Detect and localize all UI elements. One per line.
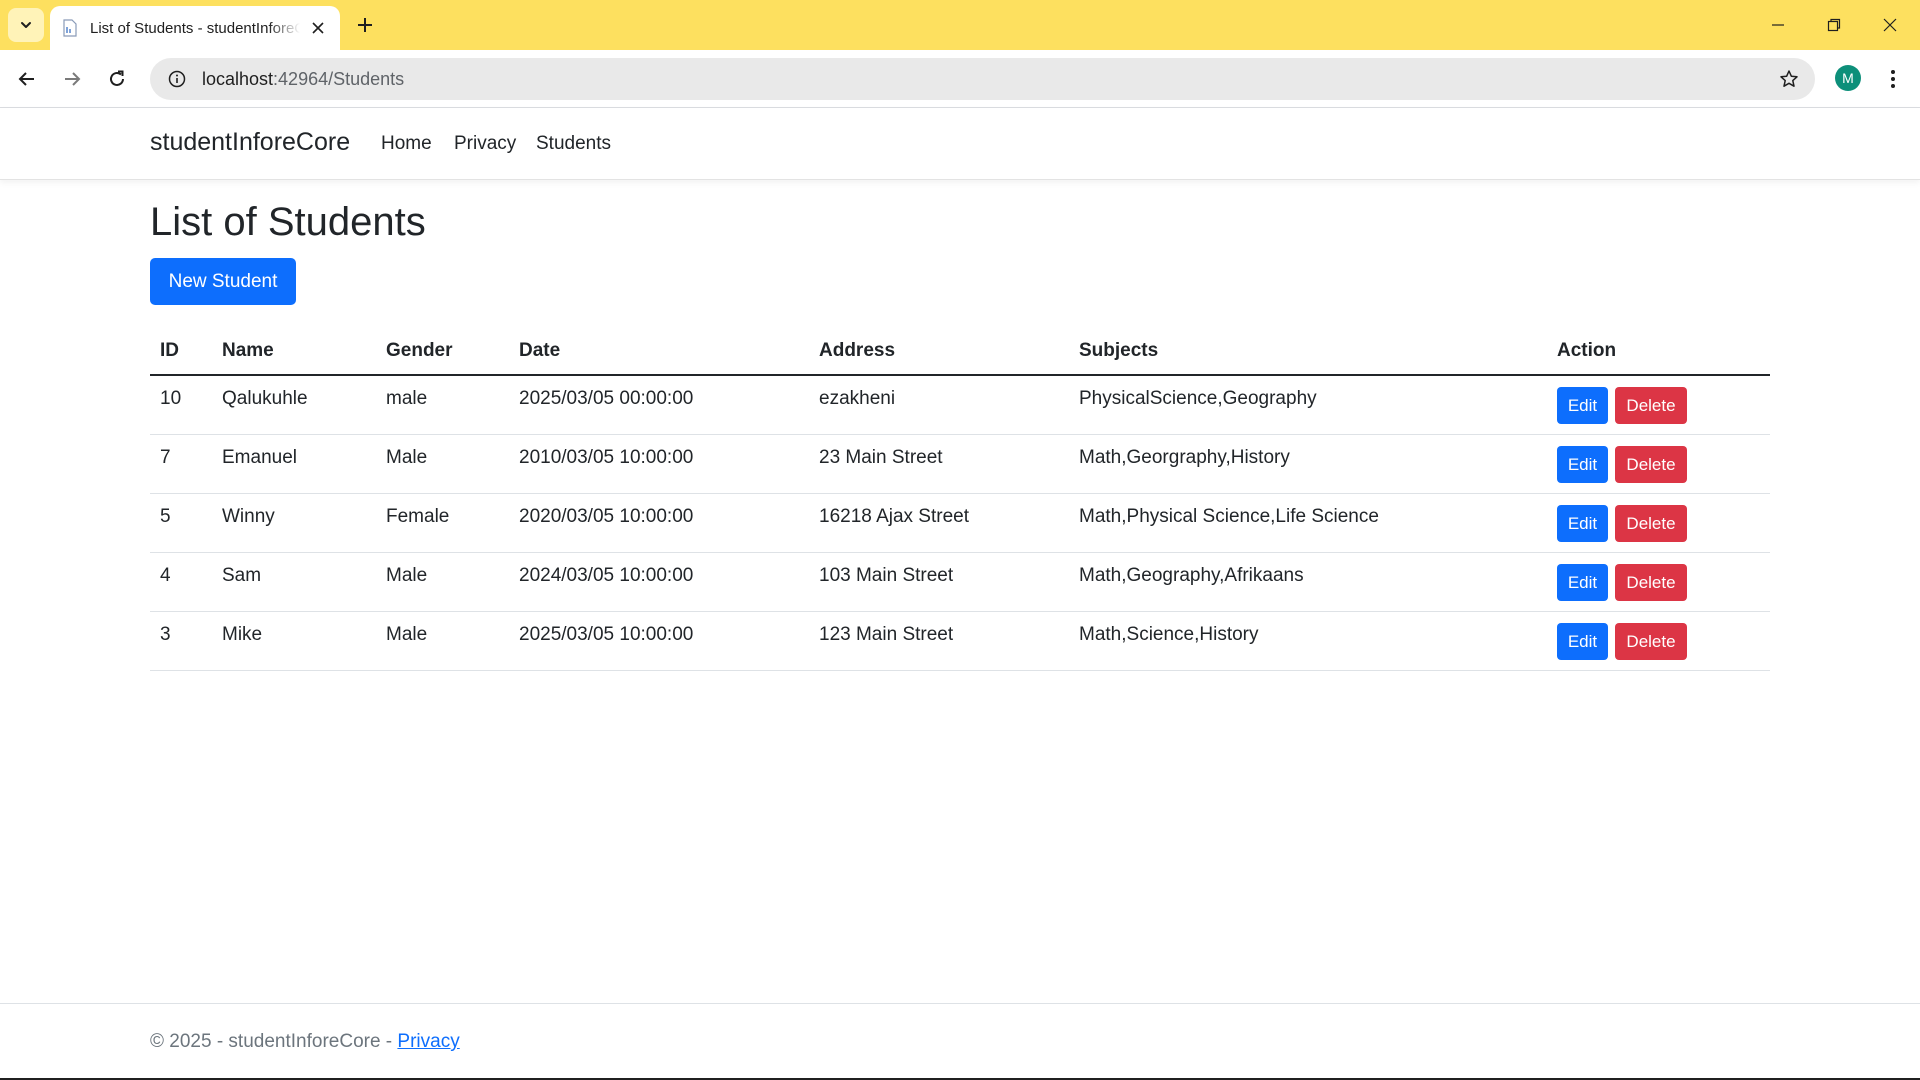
tab-title: List of Students - studentInforeCore bbox=[90, 19, 300, 37]
cell-subjects: PhysicalScience,Geography bbox=[1079, 388, 1317, 409]
site-info-icon[interactable] bbox=[156, 58, 198, 100]
nav-home[interactable]: Home bbox=[381, 133, 432, 155]
delete-button[interactable]: Delete bbox=[1615, 387, 1687, 424]
cell-name: Qalukuhle bbox=[222, 388, 308, 409]
column-header-address: Address bbox=[819, 340, 896, 361]
cell-id: 7 bbox=[160, 447, 171, 468]
footer-copyright: © 2025 - studentInforeCore - bbox=[150, 1031, 398, 1052]
cell-id: 3 bbox=[160, 624, 171, 645]
cell-gender: Female bbox=[386, 506, 450, 527]
url-text: localhost:42964/Students bbox=[202, 69, 404, 90]
cell-date: 2025/03/05 00:00:00 bbox=[519, 388, 694, 409]
brand-link[interactable]: studentInforeCore bbox=[150, 128, 350, 157]
edit-button[interactable]: Edit bbox=[1557, 387, 1608, 424]
cell-date: 2010/03/05 10:00:00 bbox=[519, 447, 694, 468]
cell-address: ezakheni bbox=[819, 388, 896, 409]
cell-subjects: Math,Science,History bbox=[1079, 624, 1259, 645]
cell-address: 103 Main Street bbox=[819, 565, 954, 586]
delete-button[interactable]: Delete bbox=[1615, 564, 1687, 601]
site-navbar: studentInforeCore Home Privacy Students bbox=[0, 108, 1920, 180]
table-header: ID Name Gender Date Address Subjects Act… bbox=[150, 330, 1770, 376]
column-header-name: Name bbox=[222, 340, 274, 361]
avatar[interactable]: M bbox=[1835, 65, 1861, 91]
back-arrow-icon[interactable] bbox=[8, 60, 46, 98]
table-row: 3 Mike Male 2025/03/05 10:00:00 123 Main… bbox=[150, 612, 1770, 671]
column-header-date: Date bbox=[519, 340, 561, 361]
column-header-action: Action bbox=[1557, 340, 1617, 361]
restore-icon[interactable] bbox=[1806, 0, 1862, 50]
cell-id: 10 bbox=[160, 388, 182, 409]
window-close-icon[interactable] bbox=[1862, 0, 1918, 50]
cell-address: 23 Main Street bbox=[819, 447, 943, 468]
cell-date: 2024/03/05 10:00:00 bbox=[519, 565, 694, 586]
new-student-button[interactable]: New Student bbox=[150, 258, 296, 305]
close-icon[interactable] bbox=[308, 18, 328, 38]
cell-id: 4 bbox=[160, 565, 171, 586]
cell-name: Winny bbox=[222, 506, 275, 527]
table-row: 10 Qalukuhle male 2025/03/05 00:00:00 ez… bbox=[150, 376, 1770, 435]
table-row: 5 Winny Female 2020/03/05 10:00:00 16218… bbox=[150, 494, 1770, 553]
edit-button[interactable]: Edit bbox=[1557, 446, 1608, 483]
cell-name: Emanuel bbox=[222, 447, 297, 468]
footer-text: © 2025 - studentInforeCore - Privacy bbox=[150, 1031, 460, 1053]
browser-toolbar: localhost:42964/Students M bbox=[0, 50, 1920, 108]
cell-date: 2020/03/05 10:00:00 bbox=[519, 506, 694, 527]
nav-privacy[interactable]: Privacy bbox=[454, 133, 516, 155]
page-favicon-icon bbox=[62, 19, 78, 37]
cell-subjects: Math,Georgraphy,History bbox=[1079, 447, 1290, 468]
site-footer: © 2025 - studentInforeCore - Privacy bbox=[0, 1003, 1920, 1080]
edit-button[interactable]: Edit bbox=[1557, 505, 1608, 542]
cell-gender: male bbox=[386, 388, 428, 409]
footer-privacy-link[interactable]: Privacy bbox=[397, 1031, 459, 1052]
table-row: 4 Sam Male 2024/03/05 10:00:00 103 Main … bbox=[150, 553, 1770, 612]
table-row: 7 Emanuel Male 2010/03/05 10:00:00 23 Ma… bbox=[150, 435, 1770, 494]
page-title: List of Students bbox=[150, 200, 426, 244]
plus-icon[interactable] bbox=[350, 10, 380, 40]
cell-gender: Male bbox=[386, 565, 428, 586]
browser-tab[interactable]: List of Students - studentInforeCore bbox=[50, 6, 340, 50]
edit-button[interactable]: Edit bbox=[1557, 564, 1608, 601]
minimize-icon[interactable] bbox=[1750, 0, 1806, 50]
delete-button[interactable]: Delete bbox=[1615, 446, 1687, 483]
cell-subjects: Math,Geography,Afrikaans bbox=[1079, 565, 1304, 586]
column-header-id: ID bbox=[160, 340, 179, 361]
students-table: ID Name Gender Date Address Subjects Act… bbox=[150, 330, 1770, 671]
cell-address: 16218 Ajax Street bbox=[819, 506, 969, 527]
cell-subjects: Math,Physical Science,Life Science bbox=[1079, 506, 1379, 527]
reload-icon[interactable] bbox=[98, 60, 136, 98]
cell-gender: Male bbox=[386, 447, 428, 468]
cell-name: Mike bbox=[222, 624, 263, 645]
cell-name: Sam bbox=[222, 565, 262, 586]
delete-button[interactable]: Delete bbox=[1615, 623, 1687, 660]
column-header-subjects: Subjects bbox=[1079, 340, 1159, 361]
cell-gender: Male bbox=[386, 624, 428, 645]
url-host: localhost bbox=[202, 68, 274, 89]
column-header-gender: Gender bbox=[386, 340, 453, 361]
address-bar[interactable]: localhost:42964/Students bbox=[150, 58, 1815, 100]
kebab-menu-icon[interactable] bbox=[1878, 62, 1908, 96]
forward-arrow-icon[interactable] bbox=[53, 60, 91, 98]
edit-button[interactable]: Edit bbox=[1557, 623, 1608, 660]
delete-button[interactable]: Delete bbox=[1615, 505, 1687, 542]
tab-list-icon[interactable] bbox=[8, 8, 44, 42]
cell-date: 2025/03/05 10:00:00 bbox=[519, 624, 694, 645]
browser-tabstrip: List of Students - studentInforeCore bbox=[0, 0, 1920, 50]
cell-address: 123 Main Street bbox=[819, 624, 954, 645]
star-icon[interactable] bbox=[1777, 67, 1801, 91]
nav-students[interactable]: Students bbox=[536, 133, 611, 155]
cell-id: 5 bbox=[160, 506, 171, 527]
url-path: :42964/Students bbox=[273, 68, 405, 89]
